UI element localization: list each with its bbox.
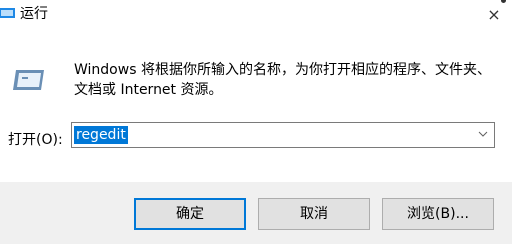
open-combobox[interactable]: regedit	[71, 122, 495, 148]
dialog-description: Windows 将根据你所输入的名称，为你打开相应的程序、文件夹、文档或 Int…	[74, 62, 491, 98]
window-title: 运行	[20, 6, 48, 22]
cancel-button[interactable]: 取消	[258, 198, 370, 230]
run-dialog-icon	[0, 8, 15, 18]
open-input[interactable]: regedit	[74, 126, 128, 144]
run-program-icon	[13, 70, 44, 90]
title-bar: 运行 ×	[0, 0, 512, 28]
ok-button[interactable]: 确定	[134, 198, 246, 230]
close-button[interactable]: ×	[484, 0, 504, 26]
browse-button[interactable]: 浏览(B)...	[382, 198, 494, 230]
chevron-down-icon[interactable]	[478, 127, 488, 141]
open-field-label: 打开(O):	[8, 132, 63, 148]
